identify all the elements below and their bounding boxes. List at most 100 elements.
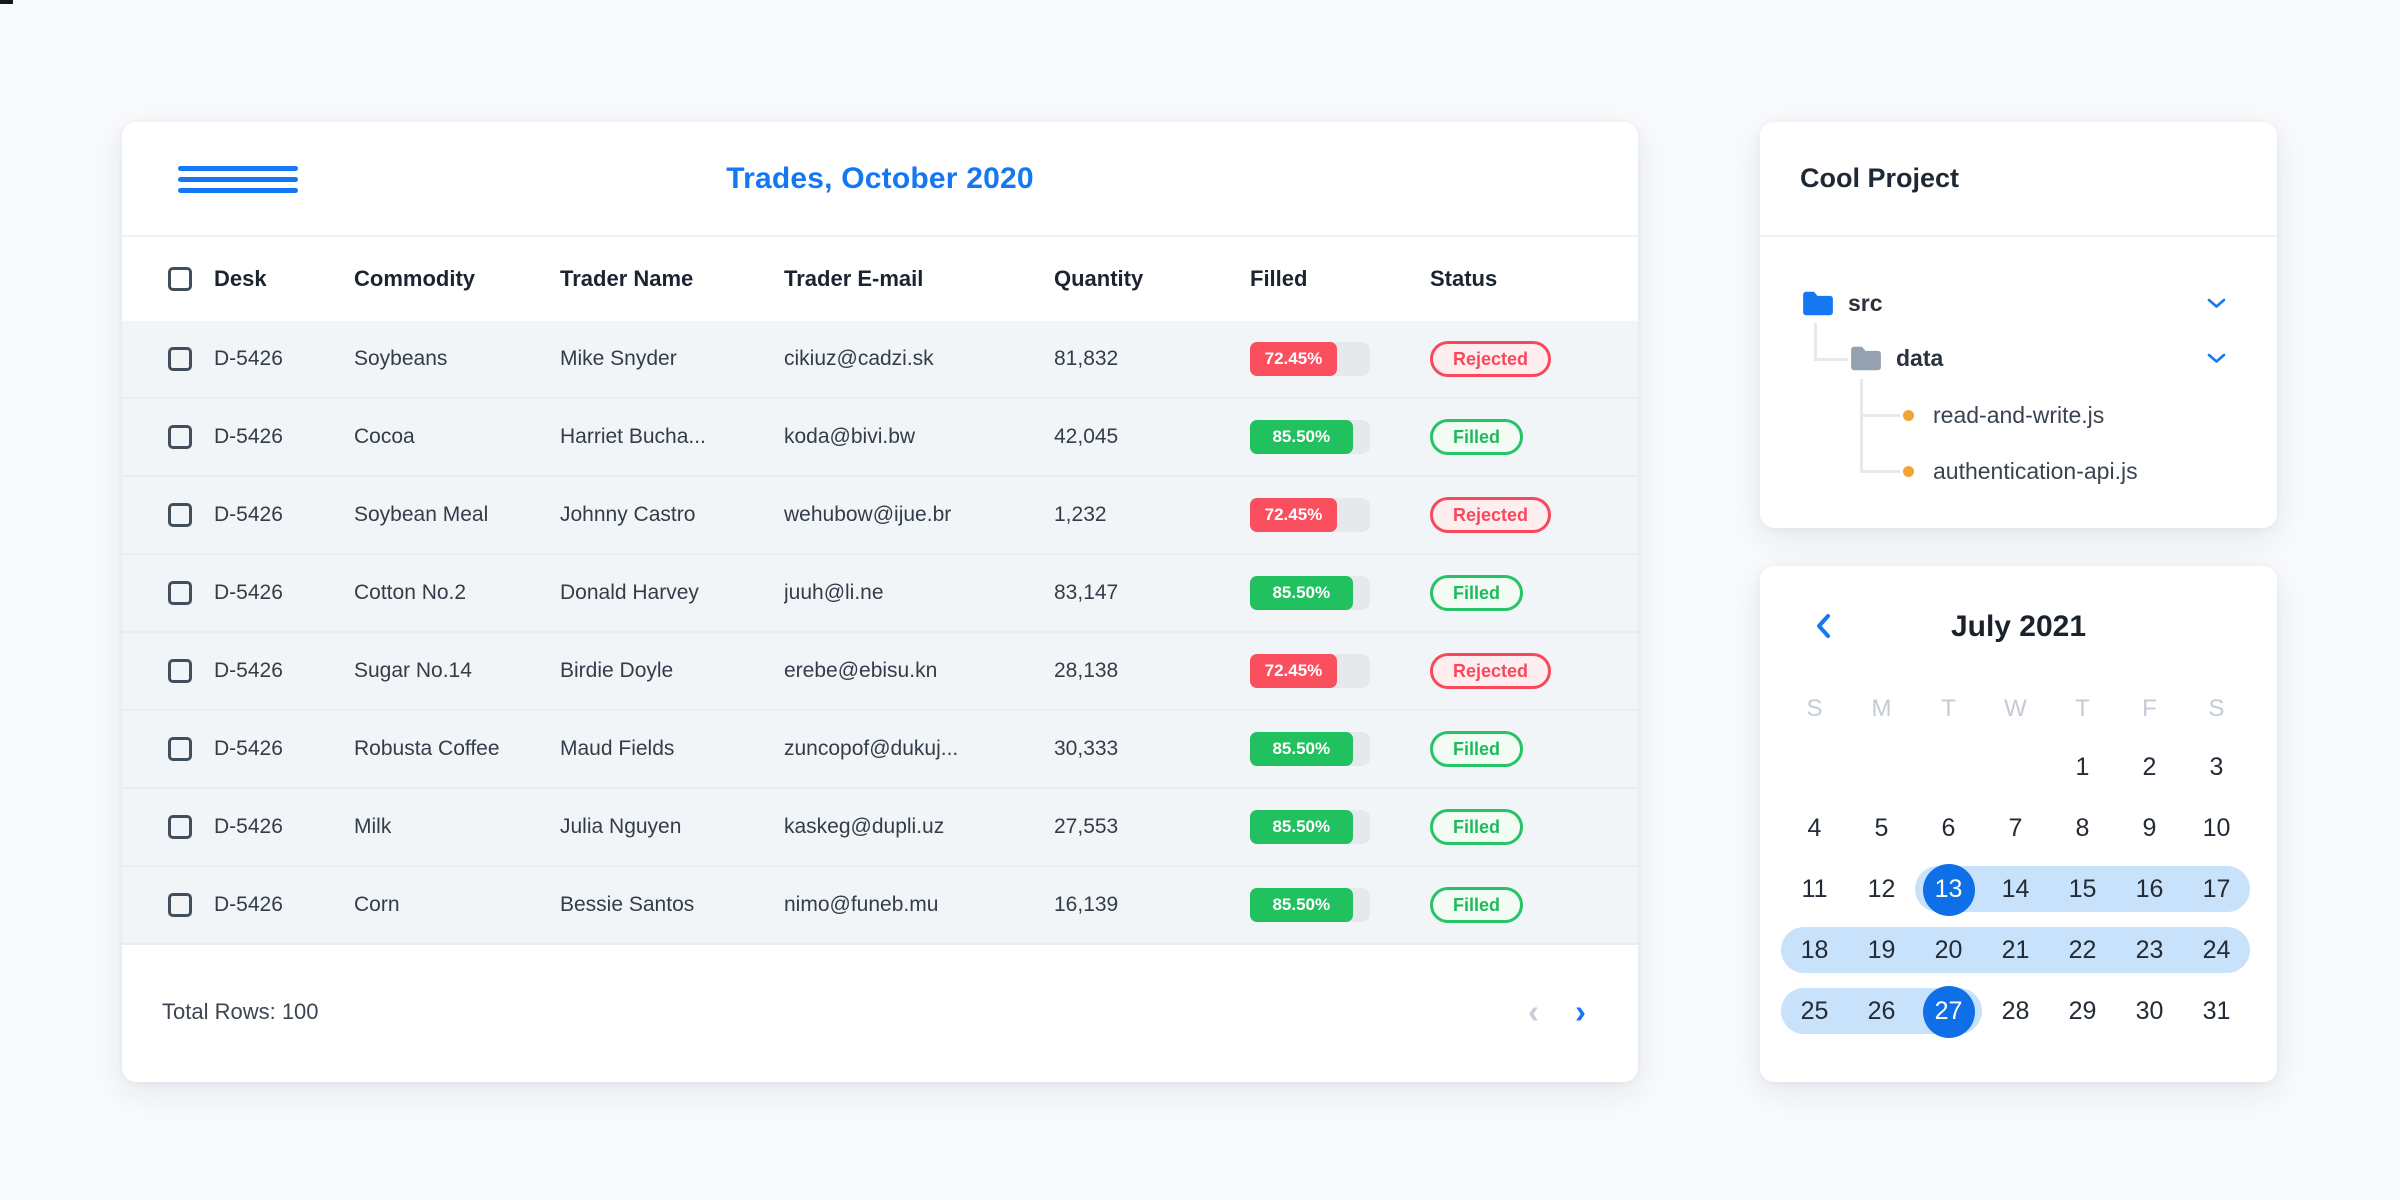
row-checkbox[interactable] <box>168 347 192 371</box>
tree-item-label: read-and-write.js <box>1933 401 2105 428</box>
calendar-day-10[interactable]: 10 <box>2183 798 2250 859</box>
calendar-day-16[interactable]: 16 <box>2116 859 2183 920</box>
status-badge: Filled <box>1430 887 1524 923</box>
calendar-day-4[interactable]: 4 <box>1781 798 1848 859</box>
project-card-title: Cool Project <box>1760 122 2277 237</box>
progress-label: 85.50% <box>1272 427 1331 446</box>
progress-fill: 85.50% <box>1250 810 1353 844</box>
progress-bar: 72.45% <box>1250 498 1370 532</box>
calendar-day-18[interactable]: 18 <box>1781 920 1848 981</box>
calendar-day-7[interactable]: 7 <box>1982 798 2049 859</box>
calendar-day-25[interactable]: 25 <box>1781 981 1848 1042</box>
calendar-day-30[interactable]: 30 <box>2116 981 2183 1042</box>
cell-trader-name: Mike Snyder <box>560 347 677 370</box>
table-row: D-5426 Sugar No.14 Birdie Doyle erebe@ebisu… <box>122 633 1638 711</box>
select-all-checkbox[interactable] <box>168 267 192 291</box>
row-checkbox[interactable] <box>168 893 192 917</box>
cell-commodity: Cotton No.2 <box>354 581 467 604</box>
calendar-day-5[interactable]: 5 <box>1848 798 1915 859</box>
progress-label: 72.45% <box>1264 661 1323 680</box>
tree-item-src[interactable]: src <box>1801 281 2277 325</box>
calendar-day-31[interactable]: 31 <box>2183 981 2250 1042</box>
progress-label: 85.50% <box>1272 739 1331 758</box>
cell-trader-name: Donald Harvey <box>560 581 699 604</box>
cell-filled: 72.45% <box>1250 342 1430 376</box>
calendar-day-3[interactable]: 3 <box>2183 737 2250 798</box>
column-header-filled: Filled <box>1250 266 1308 291</box>
cell-quantity: 1,232 <box>1054 503 1107 526</box>
row-checkbox-cell <box>122 425 214 449</box>
cell-desk: D-5426 <box>214 737 283 760</box>
calendar-day-6[interactable]: 6 <box>1915 798 1982 859</box>
day-number: 5 <box>1874 814 1889 842</box>
progress-bar: 72.45% <box>1250 654 1370 688</box>
calendar-day-19[interactable]: 19 <box>1848 920 1915 981</box>
cell-filled: 85.50% <box>1250 732 1430 766</box>
table-row: D-5426 Soybeans Mike Snyder cikiuz@cadzi.sk… <box>122 321 1638 399</box>
calendar-day-17[interactable]: 17 <box>2183 859 2250 920</box>
calendar-day-9[interactable]: 9 <box>2116 798 2183 859</box>
tree-item-data[interactable]: data <box>1849 336 2277 380</box>
calendar-day-15[interactable]: 15 <box>2049 859 2116 920</box>
calendar-day-12[interactable]: 12 <box>1848 859 1915 920</box>
file-tree: src data read-and-write.js authentication-a… <box>1760 237 2277 526</box>
calendar-day-20[interactable]: 20 <box>1915 920 1982 981</box>
cell-quantity: 28,138 <box>1054 659 1119 682</box>
weekday-label: S <box>1806 695 1823 722</box>
progress-fill: 72.45% <box>1250 654 1337 688</box>
cell-desk: D-5426 <box>214 893 283 916</box>
calendar-day-8[interactable]: 8 <box>2049 798 2116 859</box>
calendar-day-2[interactable]: 2 <box>2116 737 2183 798</box>
calendar-day-28[interactable]: 28 <box>1982 981 2049 1042</box>
calendar-day-1[interactable]: 1 <box>2049 737 2116 798</box>
calendar-day-22[interactable]: 22 <box>2049 920 2116 981</box>
day-number: 29 <box>2068 997 2097 1025</box>
progress-fill: 85.50% <box>1250 420 1353 454</box>
chevron-down-icon[interactable] <box>2207 298 2226 309</box>
folder-icon <box>1801 290 1835 317</box>
row-checkbox[interactable] <box>168 737 192 761</box>
tree-item-label: data <box>1896 344 1944 371</box>
chevron-down-icon[interactable] <box>2207 353 2226 364</box>
pagination: ‹ › <box>1528 995 1586 1028</box>
calendar-day-13[interactable]: 13 <box>1915 859 1982 920</box>
calendar-day-23[interactable]: 23 <box>2116 920 2183 981</box>
calendar-day-empty <box>1848 737 1915 798</box>
day-number: 6 <box>1941 814 1956 842</box>
day-number: 31 <box>2202 997 2231 1025</box>
day-number: 1 <box>2075 753 2090 781</box>
status-badge: Filled <box>1430 731 1524 767</box>
row-checkbox[interactable] <box>168 815 192 839</box>
day-number: 11 <box>1801 875 1828 903</box>
row-checkbox-cell <box>122 815 214 839</box>
progress-fill: 85.50% <box>1250 576 1353 610</box>
cell-filled: 85.50% <box>1250 810 1430 844</box>
calendar-day-29[interactable]: 29 <box>2049 981 2116 1042</box>
calendar-week: 11 12 13 14 15 16 17 <box>1781 859 2250 920</box>
table-row: D-5426 Milk Julia Nguyen kaskeg@dupli.uz 27,… <box>122 789 1638 867</box>
tree-item-read-and-write-js[interactable]: read-and-write.js <box>1903 393 2277 437</box>
tree-item-authentication-api-js[interactable]: authentication-api.js <box>1903 449 2277 493</box>
calendar-prev-icon[interactable] <box>1815 613 1831 639</box>
calendar-day-24[interactable]: 24 <box>2183 920 2250 981</box>
calendar-day-11[interactable]: 11 <box>1781 859 1848 920</box>
cell-quantity: 81,832 <box>1054 347 1119 370</box>
row-checkbox[interactable] <box>168 425 192 449</box>
day-number: 22 <box>2068 936 2097 964</box>
calendar-day-14[interactable]: 14 <box>1982 859 2049 920</box>
day-number: 25 <box>1800 997 1829 1025</box>
day-number: 10 <box>2202 814 2231 842</box>
calendar-day-21[interactable]: 21 <box>1982 920 2049 981</box>
day-number: 12 <box>1867 875 1896 903</box>
trades-card-header: Trades, October 2020 <box>122 122 1638 237</box>
calendar-day-26[interactable]: 26 <box>1848 981 1915 1042</box>
row-checkbox[interactable] <box>168 581 192 605</box>
column-header-desk: Desk <box>214 266 267 291</box>
calendar-day-27[interactable]: 27 <box>1915 981 1982 1042</box>
cell-quantity: 30,333 <box>1054 737 1119 760</box>
row-checkbox[interactable] <box>168 659 192 683</box>
prev-page-icon[interactable]: ‹ <box>1528 995 1539 1028</box>
row-checkbox[interactable] <box>168 503 192 527</box>
next-page-icon[interactable]: › <box>1575 995 1586 1028</box>
day-number: 27 <box>1934 997 1963 1025</box>
